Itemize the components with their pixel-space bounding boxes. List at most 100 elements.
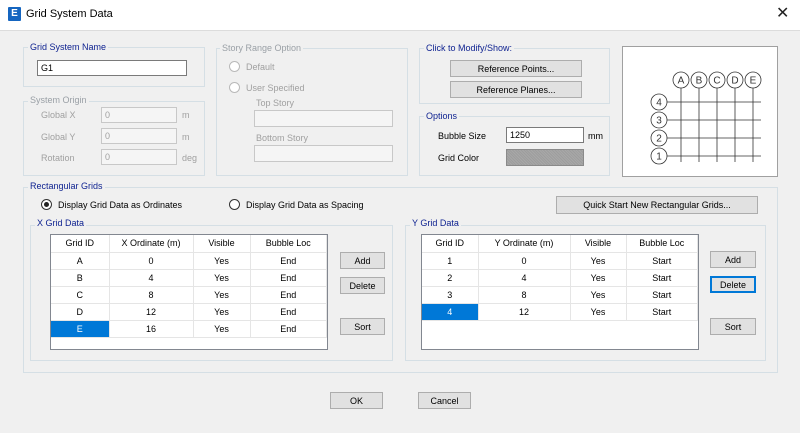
title-bar xyxy=(0,0,800,30)
table-cell[interactable]: Yes xyxy=(193,303,251,321)
table-cell[interactable]: Yes xyxy=(570,286,627,304)
story-range-legend: Story Range Option xyxy=(220,43,304,54)
spacing-radio[interactable] xyxy=(229,199,240,210)
table-cell[interactable]: Start xyxy=(626,286,698,304)
table-cell[interactable]: End xyxy=(250,269,327,287)
x-grid-bubble-label: B xyxy=(696,76,703,87)
table-row[interactable]: 3 8 Yes Start xyxy=(422,286,698,304)
reference-points-button[interactable]: Reference Points... xyxy=(450,60,582,77)
table-cell[interactable]: D xyxy=(51,303,110,321)
global-x-unit: m xyxy=(182,110,190,120)
table-row[interactable]: 4 12 Yes Start xyxy=(422,303,698,321)
global-y-label: Global Y xyxy=(41,132,76,142)
table-row[interactable]: 2 4 Yes Start xyxy=(422,269,698,287)
global-x-label: Global X xyxy=(41,110,76,120)
table-cell[interactable]: End xyxy=(250,252,327,270)
grid-preview-drawing: A B C D E 4 3 2 1 xyxy=(650,71,762,165)
table-cell[interactable]: 16 xyxy=(109,320,194,338)
table-cell[interactable]: End xyxy=(250,320,327,338)
modify-show-legend: Click to Modify/Show: xyxy=(424,43,515,54)
y-grid-bubble-label: 2 xyxy=(656,134,662,145)
spacing-radio-label: Display Grid Data as Spacing xyxy=(246,200,364,210)
grid-preview: ABCD E 4 3 2 1 xyxy=(622,46,778,177)
table-cell[interactable]: Start xyxy=(626,269,698,287)
table-cell[interactable]: 1 xyxy=(422,252,479,270)
table-cell[interactable]: 8 xyxy=(478,286,571,304)
y-grid-add-button[interactable]: Add xyxy=(710,251,756,268)
table-cell[interactable]: 2 xyxy=(422,269,479,287)
table-cell[interactable]: A xyxy=(51,252,110,270)
default-radio[interactable] xyxy=(229,61,240,72)
app-logo-icon: E xyxy=(8,7,21,21)
x-grid-table[interactable]: Grid ID X Ordinate (m) Visible Bubble Loc A… xyxy=(50,234,328,350)
x-grid-sort-button[interactable]: Sort xyxy=(340,318,385,335)
table-row[interactable]: B 4 Yes End xyxy=(51,269,327,287)
table-row[interactable]: D 12 Yes End xyxy=(51,303,327,321)
column-header[interactable]: Grid ID xyxy=(422,235,479,253)
quick-start-button[interactable]: Quick Start New Rectangular Grids... xyxy=(556,196,758,214)
x-grid-delete-button[interactable]: Delete xyxy=(340,277,385,294)
x-grid-bubble-label: E xyxy=(750,76,757,87)
bubble-size-label: Bubble Size xyxy=(438,131,487,141)
table-cell[interactable]: C xyxy=(51,286,110,304)
default-radio-label: Default xyxy=(246,62,275,72)
bottom-story-label: Bottom Story xyxy=(256,133,309,143)
bubble-size-input[interactable]: 1250 xyxy=(506,127,584,143)
column-header[interactable]: Grid ID xyxy=(51,235,110,253)
table-cell[interactable]: Yes xyxy=(570,252,627,270)
table-cell[interactable]: 12 xyxy=(478,303,571,321)
table-cell[interactable]: 0 xyxy=(109,252,194,270)
table-cell[interactable]: Yes xyxy=(193,252,251,270)
table-cell[interactable]: Yes xyxy=(570,269,627,287)
column-header[interactable]: Bubble Loc xyxy=(626,235,698,253)
table-cell[interactable]: 4 xyxy=(422,303,479,321)
y-grid-delete-button[interactable]: Delete xyxy=(710,276,756,293)
reference-planes-button[interactable]: Reference Planes... xyxy=(450,81,582,98)
grid-color-swatch[interactable] xyxy=(506,149,584,166)
options-group xyxy=(419,116,610,176)
table-cell[interactable]: 4 xyxy=(478,269,571,287)
table-cell[interactable]: Yes xyxy=(193,286,251,304)
grid-system-name-input[interactable]: G1 xyxy=(37,60,187,76)
top-story-select[interactable] xyxy=(254,110,393,127)
table-cell[interactable]: 4 xyxy=(109,269,194,287)
global-x-input[interactable]: 0 xyxy=(101,107,177,123)
table-cell[interactable]: Yes xyxy=(193,269,251,287)
ordinates-radio[interactable] xyxy=(41,199,52,210)
column-header[interactable]: Visible xyxy=(193,235,251,253)
table-cell[interactable]: 8 xyxy=(109,286,194,304)
global-y-input[interactable]: 0 xyxy=(101,128,177,144)
table-cell[interactable]: End xyxy=(250,286,327,304)
x-grid-add-button[interactable]: Add xyxy=(340,252,385,269)
cancel-button[interactable]: Cancel xyxy=(418,392,471,409)
table-row[interactable]: 1 0 Yes Start xyxy=(422,252,698,270)
table-cell[interactable]: 12 xyxy=(109,303,194,321)
table-cell[interactable]: Yes xyxy=(193,320,251,338)
table-cell[interactable]: 0 xyxy=(478,252,571,270)
x-grid-bubble-label: D xyxy=(731,76,738,87)
close-icon[interactable]: ✕ xyxy=(776,5,789,23)
y-grid-bubble-label: 4 xyxy=(656,98,662,109)
table-cell[interactable]: B xyxy=(51,269,110,287)
rotation-input[interactable]: 0 xyxy=(101,149,177,165)
table-row[interactable]: A 0 Yes End xyxy=(51,252,327,270)
table-cell[interactable]: Start xyxy=(626,303,698,321)
y-grid-table[interactable]: Grid ID Y Ordinate (m) Visible Bubble Loc 1… xyxy=(421,234,699,350)
table-cell[interactable]: 3 xyxy=(422,286,479,304)
column-header[interactable]: Bubble Loc xyxy=(250,235,327,253)
column-header[interactable]: X Ordinate (m) xyxy=(109,235,194,253)
table-cell[interactable]: E xyxy=(51,320,110,338)
bottom-story-select[interactable] xyxy=(254,145,393,162)
column-header[interactable]: Y Ordinate (m) xyxy=(478,235,571,253)
table-cell[interactable]: Start xyxy=(626,252,698,270)
table-row[interactable]: E 16 Yes End xyxy=(51,320,327,338)
table-row[interactable]: C 8 Yes End xyxy=(51,286,327,304)
rectangular-grids-legend: Rectangular Grids xyxy=(28,181,105,192)
ok-button[interactable]: OK xyxy=(330,392,383,409)
y-grid-sort-button[interactable]: Sort xyxy=(710,318,756,335)
user-specified-radio[interactable] xyxy=(229,82,240,93)
table-cell[interactable]: Yes xyxy=(570,303,627,321)
column-header[interactable]: Visible xyxy=(570,235,627,253)
table-cell[interactable]: End xyxy=(250,303,327,321)
y-grid-legend: Y Grid Data xyxy=(410,218,461,229)
